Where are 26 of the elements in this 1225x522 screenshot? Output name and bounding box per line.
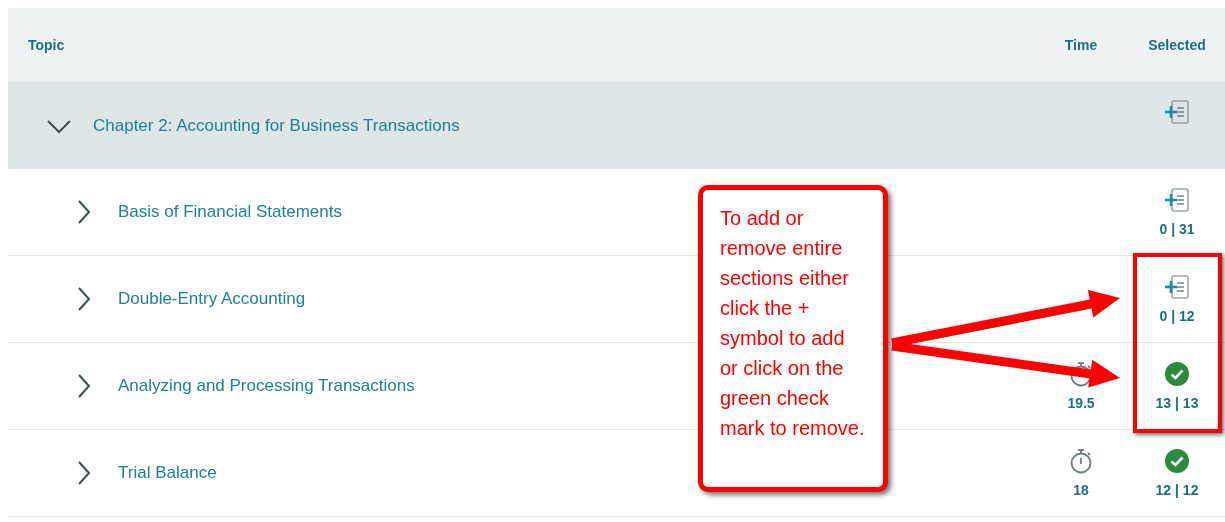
chapter-title[interactable]: Chapter 2: Accounting for Business Transactions — [93, 116, 460, 136]
callout-text: To add or remove entire sections either click the + symbol to add or click on the green check mark to remove. — [720, 206, 866, 441]
section-title[interactable]: Double-Entry Accounting — [118, 289, 306, 309]
chevron-icon[interactable] — [76, 286, 92, 312]
section-title[interactable]: Trial Balance — [118, 463, 217, 483]
chevron-icon[interactable] — [76, 373, 92, 399]
column-header: Selected — [1147, 37, 1207, 53]
add-list-icon[interactable] — [1164, 187, 1190, 213]
check-icon[interactable] — [1165, 449, 1189, 473]
section-title[interactable]: Basis of Financial Statements — [118, 202, 342, 222]
stopwatch-icon — [1069, 448, 1093, 474]
column-header: Time — [1063, 37, 1099, 53]
check-icon[interactable] — [1165, 362, 1189, 386]
column-header: Topic — [27, 37, 66, 53]
selected-count: 13 | 13 — [1155, 395, 1199, 411]
selected-count: 0 | 31 — [1159, 221, 1195, 237]
chevron-icon[interactable] — [46, 118, 72, 134]
selected-count: 12 | 12 — [1155, 482, 1199, 498]
time-value: 19.5 — [1067, 395, 1095, 411]
section-title[interactable]: Analyzing and Processing Transactions — [118, 376, 415, 396]
chevron-icon[interactable] — [76, 199, 92, 225]
chevron-icon[interactable] — [76, 460, 92, 486]
time-value: 18 — [1073, 482, 1089, 498]
add-list-icon[interactable] — [1164, 274, 1190, 300]
add-list-icon[interactable] — [1164, 99, 1190, 125]
selected-count: 0 | 12 — [1159, 308, 1195, 324]
